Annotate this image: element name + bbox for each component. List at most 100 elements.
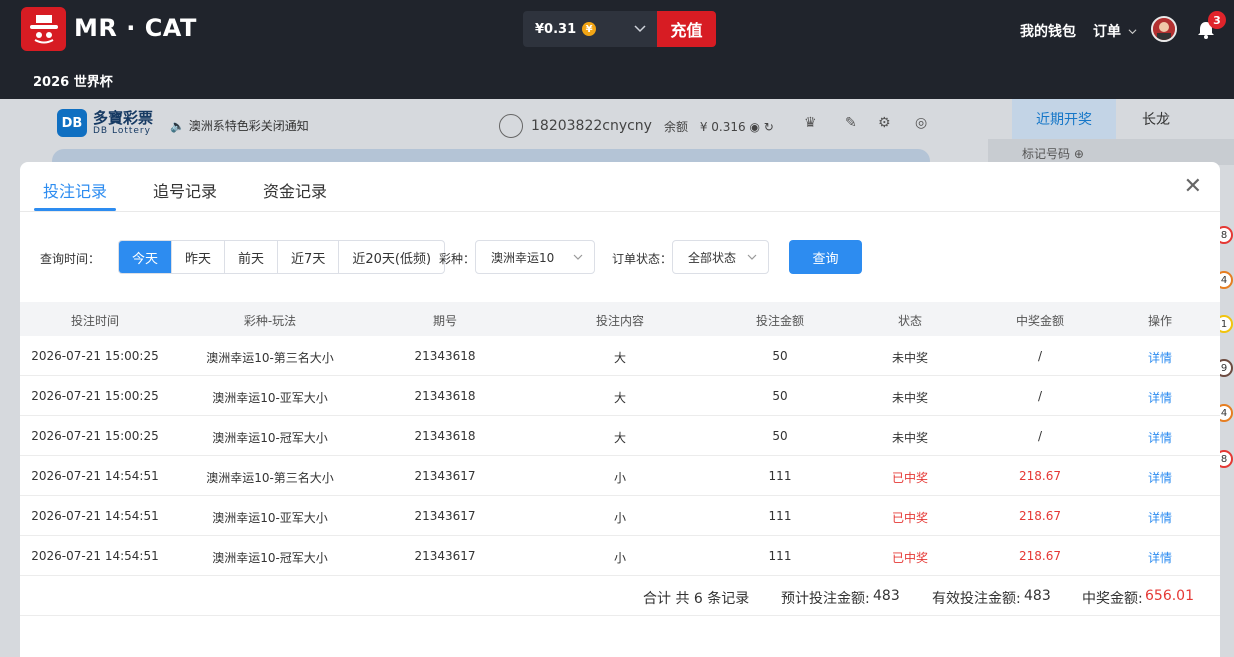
details-link[interactable]: 详情: [1100, 469, 1220, 486]
column-header: 投注时间: [70, 314, 119, 328]
bet-content: 大: [613, 391, 626, 405]
issue-number: 21343617: [414, 549, 476, 563]
win-amount: /: [1037, 349, 1043, 363]
orders-menu[interactable]: 订单: [1093, 21, 1137, 41]
status-select[interactable]: 全部状态: [672, 240, 769, 274]
lottery-select-value: 澳洲幸运10: [491, 250, 555, 265]
details-link[interactable]: 详情: [1100, 349, 1220, 366]
game-type: 澳洲幸运10-亚军大小: [212, 511, 328, 525]
user-avatar[interactable]: [1151, 16, 1177, 42]
bet-time: 2026-07-21 15:00:25: [31, 349, 159, 363]
time-filter-label: 查询时间：: [40, 252, 101, 266]
game-type: 澳洲幸运10-冠军大小: [212, 431, 328, 445]
lottery-filter-label: 彩种：: [439, 252, 476, 266]
brand-name[interactable]: MR · CAT: [74, 14, 197, 42]
bet-time: 2026-07-21 14:54:51: [31, 549, 159, 563]
modal-tabs: 投注记录 追号记录 资金记录 ✕: [20, 162, 1220, 212]
brand-logo[interactable]: [21, 7, 66, 51]
account-info: 18203822cnycny: [499, 114, 652, 138]
column-header: 投注金额: [755, 314, 804, 328]
time-range-segment: 今天 昨天 前天 近7天 近20天(低频): [118, 240, 446, 274]
lottery-name: 多寶彩票: [93, 109, 154, 127]
bet-content: 小: [613, 551, 626, 565]
table-row: 2026-07-21 15:00:25 澳洲幸运10-第三名大小 2134361…: [20, 336, 1220, 376]
cat-hat-icon: [29, 15, 58, 44]
settings-icon: ⚙: [878, 115, 891, 131]
lottery-select[interactable]: 澳洲幸运10: [475, 240, 595, 274]
summary-row: 合计 共 6 条记录 预计投注金额: 483 有效投注金额: 483 中奖金额:…: [20, 576, 1220, 616]
time-option-7days[interactable]: 近7天: [277, 241, 338, 273]
game-type: 澳洲幸运10-亚军大小: [212, 391, 328, 405]
bet-status: 已中奖: [891, 471, 928, 485]
notification-badge: 3: [1208, 11, 1226, 29]
status-filter-label: 订单状态：: [612, 252, 673, 266]
chevron-down-icon: [573, 254, 583, 260]
win-amount: /: [1037, 429, 1043, 443]
win-amount: 218.67: [1019, 549, 1061, 563]
issue-number: 21343618: [414, 349, 476, 363]
wallet-link[interactable]: 我的钱包: [1020, 21, 1076, 41]
expected-bet-label: 预计投注金额:: [781, 591, 870, 607]
game-type: 澳洲幸运10-冠军大小: [212, 551, 328, 565]
issue-number: 21343618: [414, 429, 476, 443]
tab-bet-records[interactable]: 投注记录: [43, 178, 107, 202]
bet-amount: 111: [768, 469, 792, 483]
tab-fund-records[interactable]: 资金记录: [263, 178, 327, 202]
plus-circle-icon: ⊕: [1073, 147, 1084, 161]
time-option-20days[interactable]: 近20天(低频): [338, 241, 444, 273]
bet-amount: 111: [768, 509, 792, 523]
coin-icon: ¥: [582, 22, 597, 36]
chevron-down-icon: [747, 254, 757, 260]
bet-time: 2026-07-21 14:54:51: [31, 509, 159, 523]
bet-status: 已中奖: [891, 551, 928, 565]
column-header: 彩种-玩法: [243, 314, 297, 328]
query-button[interactable]: 查询: [789, 240, 862, 274]
total-records: 合计 共 6 条记录: [643, 591, 750, 607]
tab-chase-records[interactable]: 追号记录: [153, 178, 217, 202]
win-amount: 218.67: [1019, 509, 1061, 523]
mark-number-label: 标记号码: [1022, 147, 1071, 161]
details-link[interactable]: 详情: [1100, 549, 1220, 566]
table-row: 2026-07-21 15:00:25 澳洲幸运10-冠军大小 21343618…: [20, 416, 1220, 456]
time-option-today[interactable]: 今天: [119, 241, 172, 273]
balance-amount: ¥ 0.316: [699, 120, 746, 134]
table-header: 投注时间 彩种-玩法 期号 投注内容 投注金额 状态 中奖金额 操作: [20, 302, 1220, 336]
globe-icon: ◎: [915, 115, 928, 131]
table-row: 2026-07-21 14:54:51 澳洲幸运10-冠军大小 21343617…: [20, 536, 1220, 576]
column-header: 投注内容: [595, 314, 644, 328]
issue-number: 21343617: [414, 509, 476, 523]
bet-content: 小: [613, 511, 626, 525]
bet-amount: 50: [772, 389, 788, 403]
win-amount: /: [1037, 389, 1043, 403]
close-icon[interactable]: ✕: [1184, 176, 1202, 198]
bet-time: 2026-07-21 15:00:25: [31, 389, 159, 403]
balance-selector[interactable]: ¥0.31 ¥: [523, 11, 657, 47]
valid-bet-value: 483: [1024, 588, 1051, 604]
chevron-down-icon: [1128, 29, 1137, 35]
avatar-icon: [1153, 18, 1175, 40]
orders-label: 订单: [1093, 24, 1121, 40]
details-link[interactable]: 详情: [1100, 429, 1220, 446]
table-row: 2026-07-21 14:54:51 澳洲幸运10-第三名大小 2134361…: [20, 456, 1220, 496]
bet-status: 未中奖: [891, 351, 928, 365]
details-link[interactable]: 详情: [1100, 509, 1220, 526]
bet-amount: 111: [768, 549, 792, 563]
time-option-day-before[interactable]: 前天: [224, 241, 277, 273]
win-total-label: 中奖金额:: [1082, 591, 1143, 607]
bet-content: 大: [613, 351, 626, 365]
time-option-yesterday[interactable]: 昨天: [171, 241, 224, 273]
details-link[interactable]: 详情: [1100, 389, 1220, 406]
edit-icon: ✎: [845, 115, 857, 131]
column-header: 操作: [1147, 314, 1172, 328]
table-row: 2026-07-21 14:54:51 澳洲幸运10-亚军大小 21343617…: [20, 496, 1220, 536]
recharge-button[interactable]: 充值: [657, 11, 716, 47]
bet-status: 已中奖: [891, 511, 928, 525]
win-total-value: 656.01: [1145, 588, 1194, 604]
notice-text: 澳洲系特色彩关闭通知: [188, 119, 309, 133]
username: 18203822cnycny: [531, 118, 652, 134]
lottery-logo: DB: [57, 109, 87, 137]
game-type: 澳洲幸运10-第三名大小: [206, 471, 334, 485]
bet-time: 2026-07-21 15:00:25: [31, 429, 159, 443]
bet-status: 未中奖: [891, 391, 928, 405]
worldcup-label[interactable]: 2026 世界杯: [33, 71, 113, 90]
